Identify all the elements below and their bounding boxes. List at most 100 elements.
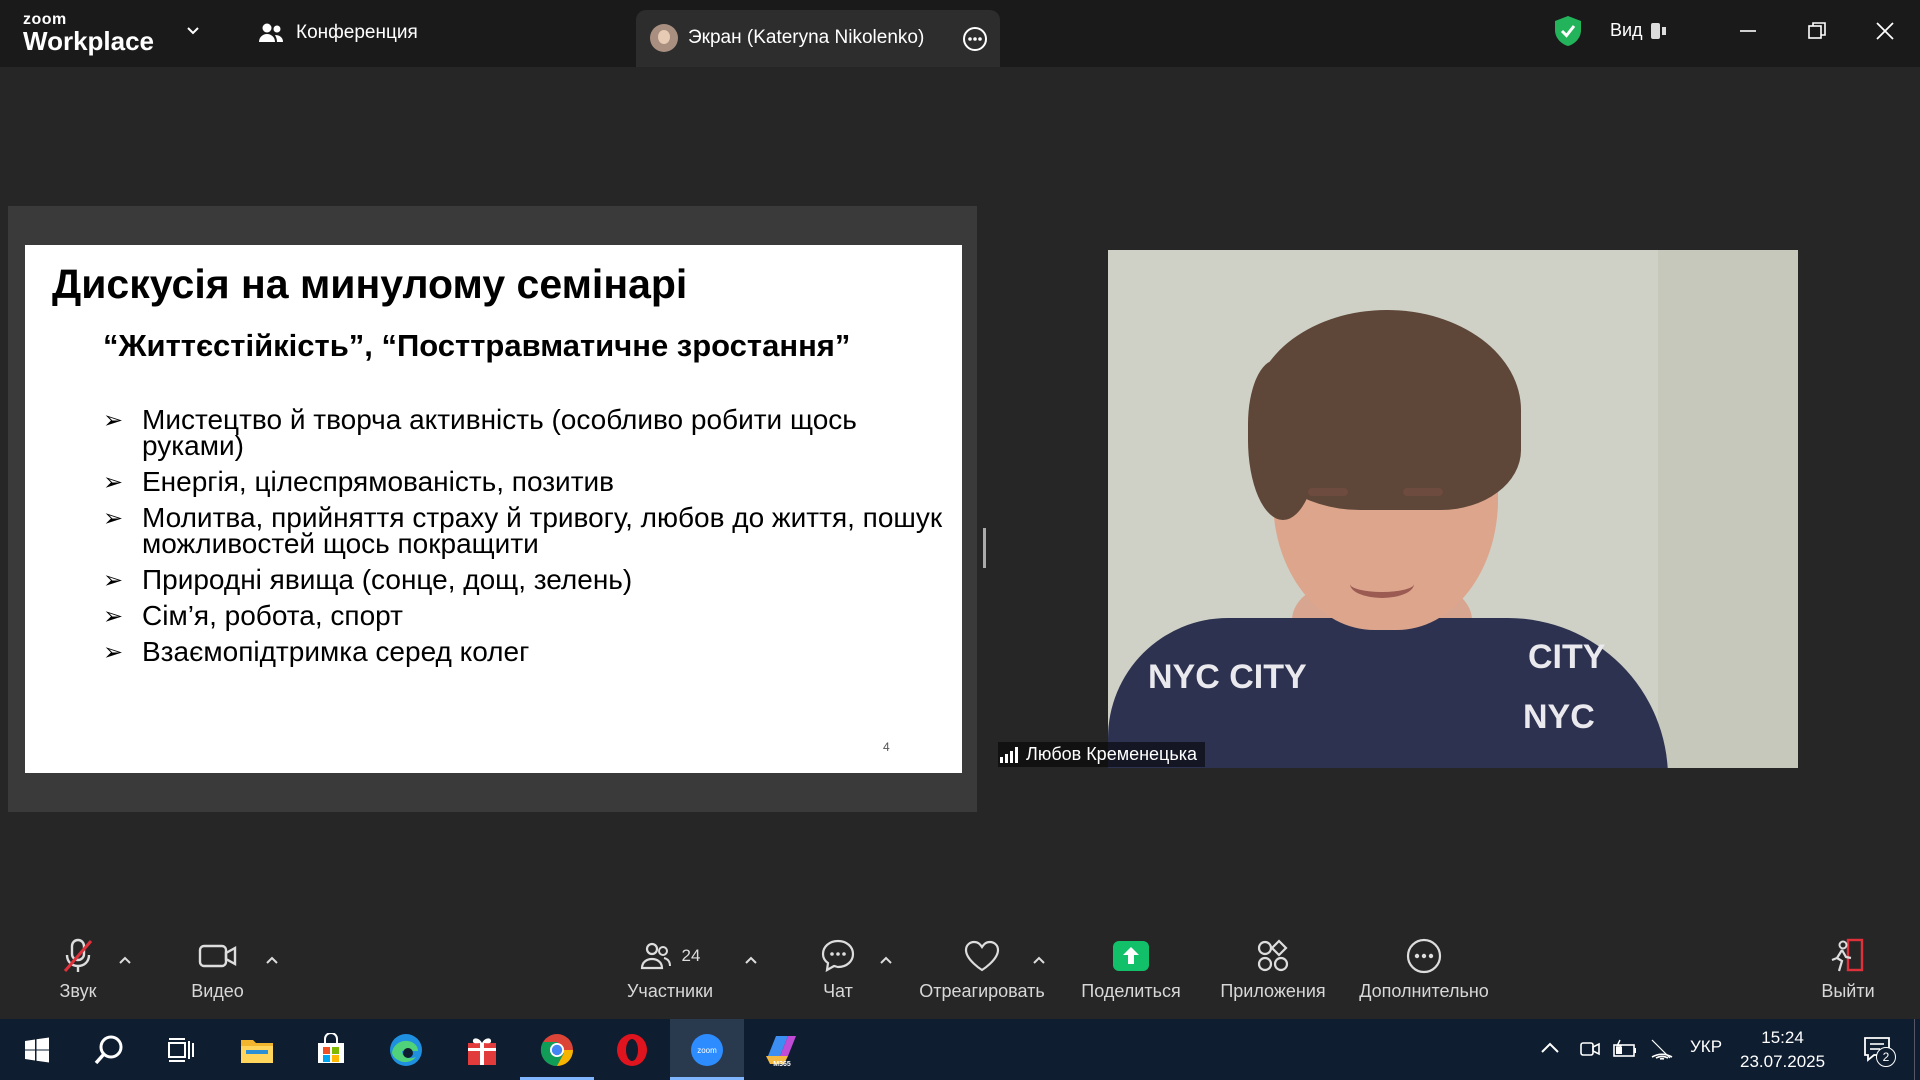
share-button[interactable]: Поделиться — [1081, 937, 1181, 1002]
chevron-up-icon[interactable] — [879, 955, 893, 965]
chevron-up-icon[interactable] — [265, 955, 279, 965]
slide-subtitle: “Життєстійкість”, “Посттравматичне зрост… — [103, 328, 851, 363]
notifications-button[interactable]: 2 — [1862, 1034, 1896, 1067]
screen-tab-label: Экран (Kateryna Nikolenko) — [688, 27, 925, 48]
windows-start-button[interactable] — [0, 1019, 74, 1080]
logo-bottom-text: Workplace — [23, 26, 155, 56]
slide-title: Дискусія на минулому семінарі — [52, 261, 688, 307]
shield-check-icon[interactable] — [1553, 15, 1583, 47]
view-button[interactable]: Вид — [1610, 20, 1666, 41]
arrow-bullet-icon: ➢ — [103, 603, 124, 630]
file-explorer-button[interactable] — [220, 1019, 294, 1080]
more-button[interactable]: Дополнительно — [1354, 937, 1494, 1002]
presentation-slide: Дискусія на минулому семінарі “Життєстій… — [25, 245, 962, 773]
chrome-icon — [540, 1033, 573, 1066]
m365-copilot-icon: M365 — [766, 1035, 796, 1068]
svg-text:M365: M365 — [773, 1061, 791, 1068]
people-icon — [259, 23, 283, 42]
list-item: ➢ Мистецтво й творча активність (особливо… — [103, 404, 857, 461]
leave-label: Выйти — [1821, 981, 1875, 1001]
participant-name-tag: Любов Кременецька — [998, 742, 1206, 767]
task-view-button[interactable] — [144, 1019, 218, 1080]
audio-button[interactable]: Звук — [48, 937, 108, 1002]
task-view-icon — [168, 1037, 194, 1062]
conference-label: Конференция — [296, 22, 418, 43]
chat-button[interactable]: Чат — [810, 937, 866, 1002]
slide-bullet-list: ➢ Мистецтво й творча активність (особливо… — [103, 404, 953, 675]
chevron-down-icon[interactable] — [184, 22, 202, 40]
edge-icon — [390, 1033, 422, 1066]
gift-icon — [468, 1037, 496, 1065]
apps-button[interactable]: Приложения — [1217, 937, 1329, 1002]
participant-name: Любов Кременецька — [1026, 744, 1198, 764]
screen-share-tab[interactable]: Экран (Kateryna Nikolenko) — [636, 10, 1000, 67]
more-icon[interactable] — [962, 26, 988, 52]
participants-label: Участники — [627, 981, 713, 1001]
folder-icon — [241, 1039, 273, 1063]
list-item: ➢ Природні явища (сонце, дощ, зелень) — [103, 564, 633, 595]
windows-taskbar: zoom M365 УКР 15:24 23.07.2025 2 — [0, 1019, 1920, 1080]
apps-icon — [1257, 939, 1289, 972]
arrow-bullet-icon: ➢ — [103, 505, 124, 532]
apps-label: Приложения — [1220, 981, 1326, 1001]
chevron-up-icon[interactable] — [744, 955, 758, 965]
chat-icon — [821, 939, 855, 973]
chrome-button[interactable] — [520, 1019, 594, 1080]
show-desktop-button[interactable] — [1914, 1019, 1920, 1080]
list-item: ➢ Енергія, цілеспрямованість, позитив — [103, 466, 615, 497]
leave-icon — [1831, 938, 1864, 972]
opera-icon — [617, 1033, 647, 1066]
close-icon[interactable] — [1873, 19, 1897, 43]
video-label: Видео — [191, 981, 244, 1001]
restore-icon[interactable] — [1805, 19, 1829, 43]
zoom-workplace-logo: zoom Workplace — [23, 12, 155, 56]
participants-button[interactable]: 24 Участники — [620, 937, 720, 1002]
participants-icon — [640, 942, 671, 970]
view-label: Вид — [1610, 20, 1643, 40]
search-icon — [94, 1035, 123, 1064]
arrow-bullet-icon: ➢ — [103, 469, 124, 496]
slide-page-number: 4 — [883, 740, 890, 754]
zoom-icon: zoom — [691, 1033, 723, 1066]
resize-handle[interactable] — [983, 528, 986, 568]
react-button[interactable]: Отреагировать — [917, 937, 1047, 1002]
share-label: Поделиться — [1081, 981, 1181, 1001]
edge-button[interactable] — [369, 1019, 443, 1080]
battery-icon[interactable] — [1612, 1039, 1638, 1059]
zoom-button[interactable]: zoom — [670, 1019, 744, 1080]
search-button[interactable] — [72, 1019, 146, 1080]
wifi-icon[interactable] — [1650, 1037, 1674, 1061]
audio-label: Звук — [59, 981, 97, 1001]
chevron-up-icon[interactable] — [1540, 1041, 1560, 1055]
share-screen-icon — [1113, 941, 1149, 971]
gift-app-button[interactable] — [445, 1019, 519, 1080]
microphone-muted-icon — [63, 938, 93, 972]
leave-button[interactable]: Выйти — [1816, 937, 1880, 1002]
store-icon — [318, 1032, 344, 1063]
camera-icon — [198, 944, 236, 968]
chevron-up-icon[interactable] — [1032, 955, 1046, 965]
avatar — [650, 24, 678, 52]
meet-now-icon[interactable] — [1579, 1038, 1601, 1060]
heart-icon — [964, 940, 1000, 972]
arrow-bullet-icon: ➢ — [103, 639, 124, 666]
clock-date: 23.07.2025 — [1740, 1052, 1826, 1071]
conference-tab[interactable]: Конференция — [258, 22, 418, 44]
system-clock[interactable]: 15:24 23.07.2025 — [1740, 1026, 1825, 1074]
opera-button[interactable] — [595, 1019, 669, 1080]
windows-logo-icon — [25, 1037, 49, 1062]
microsoft-store-button[interactable] — [294, 1019, 368, 1080]
language-indicator[interactable]: УКР — [1690, 1037, 1722, 1057]
arrow-bullet-icon: ➢ — [103, 407, 124, 434]
react-label: Отреагировать — [919, 981, 1045, 1001]
list-item: ➢ Сім’я, робота, спорт — [103, 600, 403, 631]
chevron-up-icon[interactable] — [118, 955, 132, 965]
svg-text:zoom: zoom — [697, 1046, 717, 1055]
meeting-toolbar: Звук Видео 24 Участники Чат Отреагироват… — [0, 937, 1920, 1019]
participant-video[interactable]: NYC CITY CITY NYC — [1108, 250, 1798, 768]
more-icon — [1406, 938, 1442, 974]
clock-time: 15:24 — [1761, 1028, 1804, 1047]
video-button[interactable]: Видео — [185, 937, 250, 1002]
minimize-icon[interactable] — [1736, 19, 1760, 43]
m365-copilot-button[interactable]: M365 — [745, 1019, 819, 1080]
